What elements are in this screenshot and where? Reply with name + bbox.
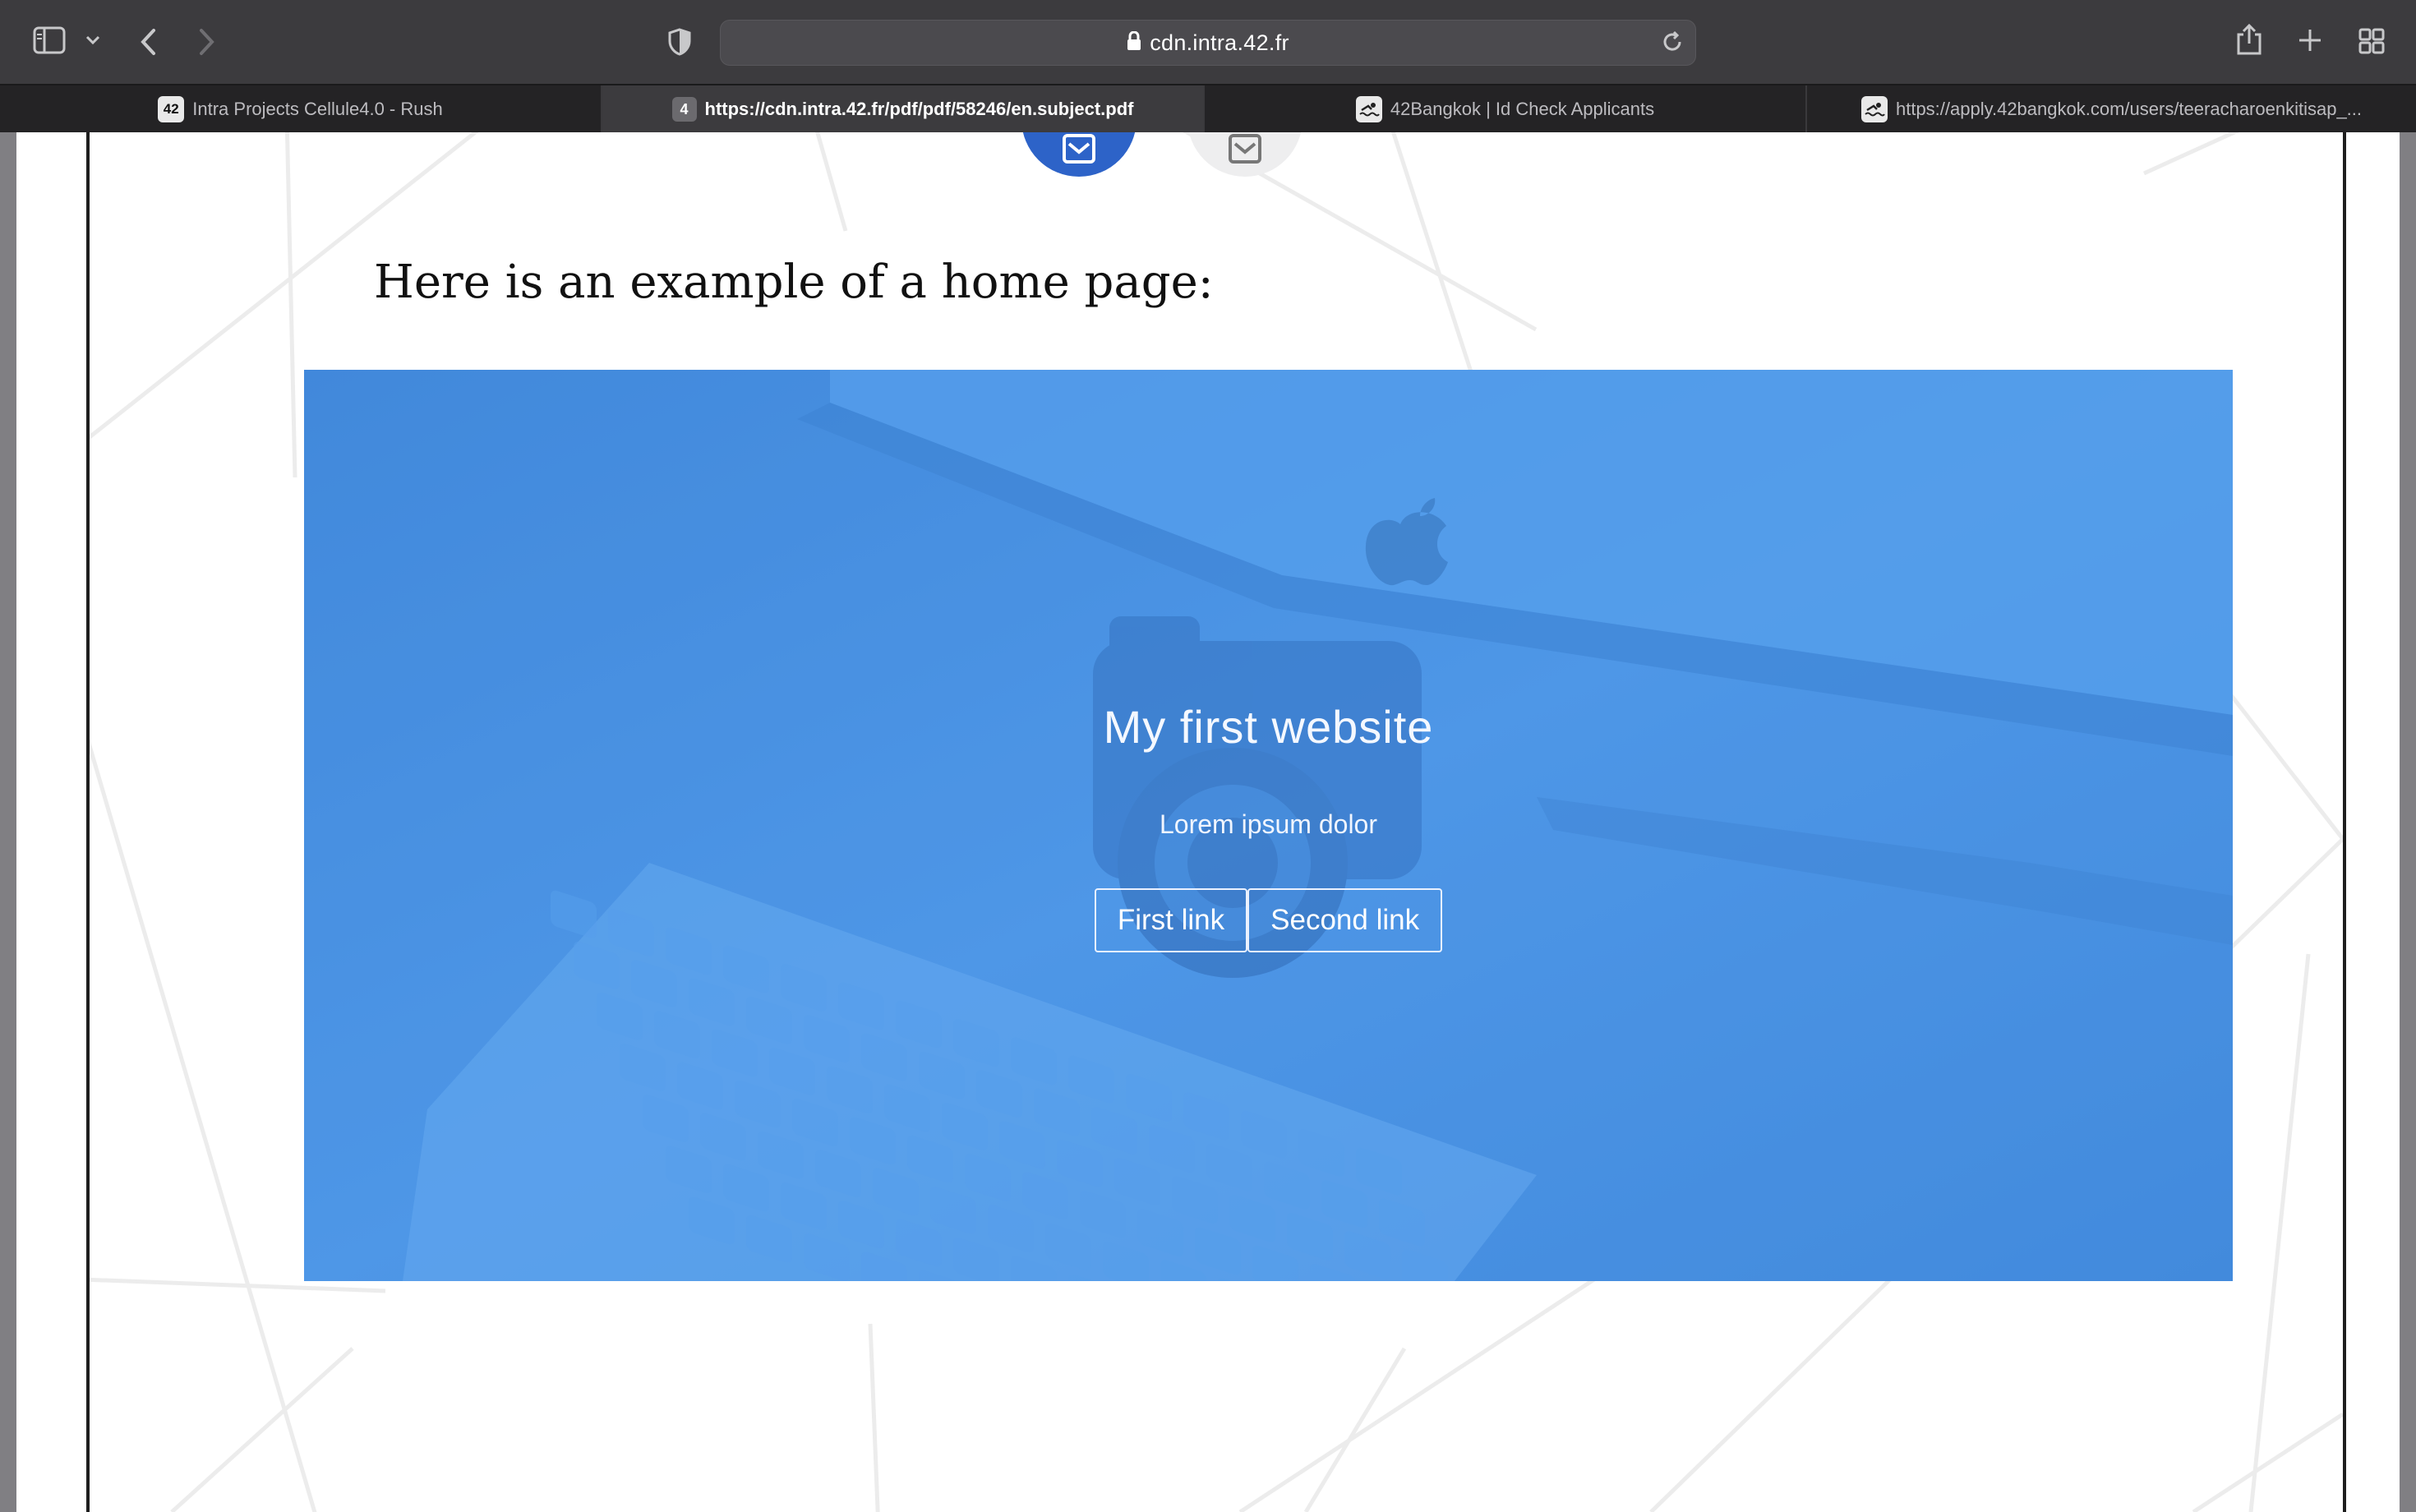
sidebar-toggle-icon[interactable] [33,26,66,54]
42-logo-icon: 42 [158,96,185,122]
tab-label: https://apply.42bangkok.com/users/teerac… [1895,99,2363,119]
back-icon[interactable] [140,28,156,56]
envelope-icon [1229,134,1261,164]
page-gutter-left [16,132,86,1512]
hero-title: My first website [1103,701,1434,753]
tab-apply[interactable]: https://apply.42bangkok.com/users/teerac… [1807,85,2416,133]
new-tab-icon[interactable] [2298,28,2322,53]
browser-toolbar: cdn.intra.42.fr [0,0,2416,84]
forward-icon[interactable] [199,28,215,56]
second-link-button: Second link [1247,888,1443,952]
tab-intra-projects[interactable]: 42 Intra Projects Cellule4.0 - Rush [0,85,602,133]
hero-subtitle: Lorem ipsum dolor [1160,809,1377,839]
reload-icon[interactable] [1661,30,1684,58]
tab-label: 42Bangkok | Id Check Applicants [1390,99,1655,119]
swimmer-icon [1860,96,1888,122]
lock-icon [1127,30,1141,57]
hero-button-group: First link Second link [304,888,2233,952]
first-link-button: First link [1094,888,1248,952]
tab-bar: 42 Intra Projects Cellule4.0 - Rush 4 ht… [0,84,2416,134]
address-bar[interactable]: cdn.intra.42.fr [720,20,1696,66]
address-url: cdn.intra.42.fr [1150,30,1289,55]
privacy-shield-icon[interactable] [667,28,692,56]
tab-label: Intra Projects Cellule4.0 - Rush [192,99,443,119]
tab-label: https://cdn.intra.42.fr/pdf/pdf/58246/en… [704,99,1134,119]
share-icon[interactable] [2235,23,2263,56]
intro-text: Here is an example of a home page: [374,256,1214,309]
pdf-page: Here is an example of a home page: My fi… [86,132,2346,1512]
address-url-container: cdn.intra.42.fr [721,30,1695,57]
tab-id-check[interactable]: 42Bangkok | Id Check Applicants [1205,85,1807,133]
swimmer-icon [1355,96,1382,122]
page-gutter-right [2342,132,2400,1512]
example-home-page: My first website Lorem ipsum dolor First… [304,370,2233,1281]
tab-overview-icon[interactable] [2358,28,2385,54]
tab-letter-icon: 4 [671,97,697,122]
pdf-viewport[interactable]: Here is an example of a home page: My fi… [0,132,2416,1512]
envelope-icon [1063,134,1095,164]
tab-subject-pdf[interactable]: 4 https://cdn.intra.42.fr/pdf/pdf/58246/… [602,85,1205,133]
chevron-down-icon[interactable] [85,35,100,46]
